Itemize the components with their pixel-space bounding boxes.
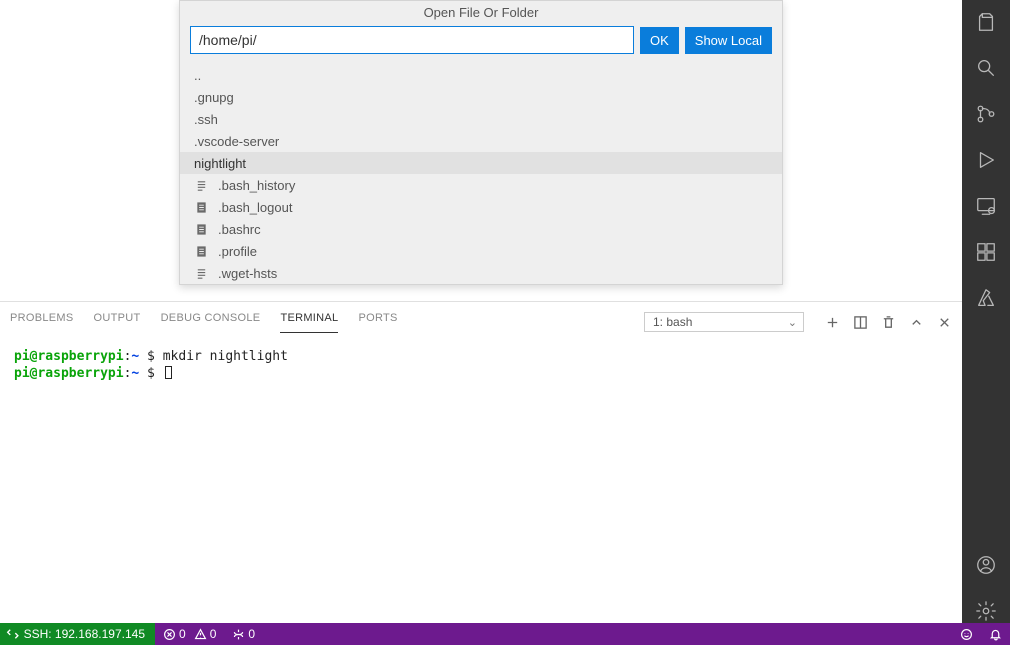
file-icon [194,245,208,258]
status-warnings[interactable]: 0 [194,623,225,645]
source-control-icon[interactable] [974,102,998,126]
list-item-folder[interactable]: .vscode-server [180,130,782,152]
tab-problems[interactable]: PROBLEMS [10,312,74,333]
list-item-file[interactable]: .bash_history [180,174,782,196]
status-errors[interactable]: 0 [155,623,194,645]
status-ports[interactable]: 0 [224,623,263,645]
split-terminal-button[interactable] [852,314,868,330]
file-icon [194,179,208,192]
accounts-icon[interactable] [974,553,998,577]
maximize-panel-button[interactable] [908,314,924,330]
activity-bar [962,0,1010,623]
close-panel-button[interactable] [936,314,952,330]
open-file-dialog: Open File Or Folder OK Show Local ...gnu… [179,0,783,285]
ok-button[interactable]: OK [640,27,679,54]
file-list: ...gnupg.ssh.vscode-servernightlight.bas… [180,64,782,284]
terminal-selector-label: 1: bash [653,315,692,329]
remote-status[interactable]: SSH: 192.168.197.145 [0,623,155,645]
kill-terminal-button[interactable] [880,314,896,330]
azure-icon[interactable] [974,286,998,310]
remote-explorer-icon[interactable] [974,194,998,218]
list-item-file[interactable]: .bash_logout [180,196,782,218]
terminal-cursor [165,366,172,379]
list-item-folder[interactable]: .. [180,64,782,86]
terminal-selector[interactable]: 1: bash ⌄ [644,312,804,332]
status-bell-icon[interactable] [981,623,1010,645]
tab-terminal[interactable]: TERMINAL [280,312,338,333]
chevron-down-icon: ⌄ [788,316,797,329]
tab-debug-console[interactable]: DEBUG CONSOLE [161,312,261,333]
file-icon [194,267,208,280]
path-input[interactable] [190,26,634,54]
list-item-folder[interactable]: .gnupg [180,86,782,108]
extensions-icon[interactable] [974,240,998,264]
remote-status-label: SSH: 192.168.197.145 [24,627,145,641]
status-bar: SSH: 192.168.197.145 0 0 0 [0,623,1010,645]
list-item-file[interactable]: .profile [180,240,782,262]
list-item-folder[interactable]: .ssh [180,108,782,130]
file-icon [194,223,208,236]
tab-output[interactable]: OUTPUT [94,312,141,333]
show-local-button[interactable]: Show Local [685,27,772,54]
tab-ports[interactable]: PORTS [358,312,397,333]
run-debug-icon[interactable] [974,148,998,172]
list-item-file[interactable]: .wget-hsts [180,262,782,284]
list-item-file[interactable]: .bashrc [180,218,782,240]
bottom-panel: PROBLEMS OUTPUT DEBUG CONSOLE TERMINAL P… [0,301,962,623]
explorer-icon[interactable] [974,10,998,34]
settings-gear-icon[interactable] [974,599,998,623]
search-icon[interactable] [974,56,998,80]
dialog-title: Open File Or Folder [180,1,782,26]
list-item-folder[interactable]: nightlight [180,152,782,174]
status-feedback-icon[interactable] [952,623,981,645]
terminal-output[interactable]: pi@raspberrypi:~ $ mkdir nightlightpi@ra… [0,336,962,623]
file-icon [194,201,208,214]
new-terminal-button[interactable] [824,314,840,330]
